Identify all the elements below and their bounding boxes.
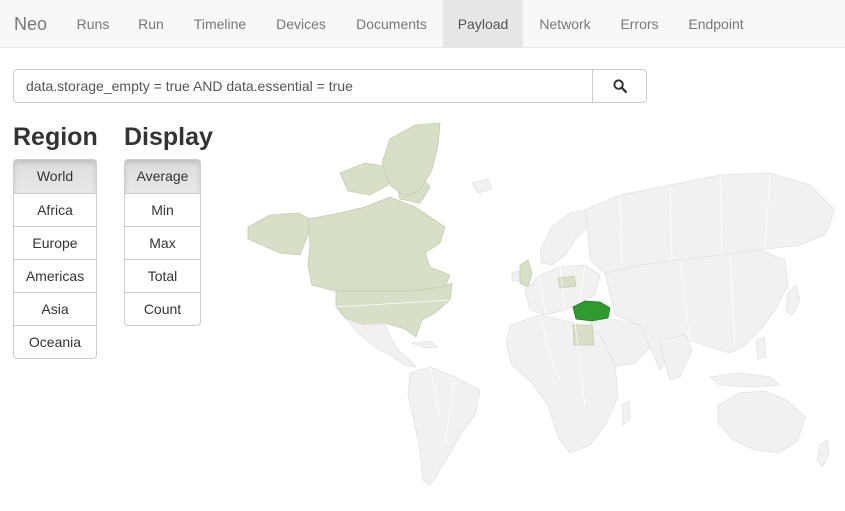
map-country-australia[interactable] [717, 390, 806, 454]
nav-runs[interactable]: Runs [62, 0, 124, 48]
map-country-uk[interactable] [519, 259, 533, 288]
map-country-india[interactable] [659, 334, 693, 381]
display-average-button[interactable]: Average [125, 160, 200, 193]
map-country-indonesia[interactable] [709, 372, 782, 388]
map-country-canada-islands[interactable] [339, 162, 391, 196]
map-country-scandinavia[interactable] [539, 209, 589, 266]
map-country-iceland[interactable] [471, 178, 493, 194]
map-country-japan[interactable] [785, 284, 801, 316]
map-country-usa[interactable] [335, 282, 453, 338]
region-oceania-button[interactable]: Oceania [14, 325, 96, 358]
search-button[interactable] [592, 69, 647, 103]
map-country-cuba[interactable] [410, 340, 440, 349]
nav-timeline[interactable]: Timeline [178, 0, 262, 48]
region-world-button[interactable]: World [14, 160, 96, 193]
map-country-madagascar[interactable] [621, 400, 631, 426]
region-asia-button[interactable]: Asia [14, 292, 96, 325]
map-country-turkey[interactable] [572, 300, 611, 322]
brand-logo[interactable]: Neo [14, 0, 47, 48]
display-min-button[interactable]: Min [125, 193, 200, 226]
map-country-alaska[interactable] [247, 212, 311, 256]
map-country-canada[interactable] [307, 196, 451, 292]
region-americas-button[interactable]: Americas [14, 259, 96, 292]
display-title: Display [124, 123, 213, 151]
query-input[interactable]: data.storage_empty = true AND data.essen… [13, 69, 593, 103]
nav-network[interactable]: Network [523, 0, 607, 48]
map-country-ireland[interactable] [511, 270, 520, 282]
region-africa-button[interactable]: Africa [14, 193, 96, 226]
search-icon [612, 79, 627, 93]
navbar: Neo Runs Run Timeline Devices Documents … [0, 0, 845, 48]
nav-devices[interactable]: Devices [262, 0, 340, 48]
map-country-south-america[interactable] [407, 366, 481, 486]
nav-documents[interactable]: Documents [340, 0, 443, 48]
map-country-hungary[interactable] [557, 275, 577, 289]
nav-errors[interactable]: Errors [607, 0, 672, 48]
nav-run[interactable]: Run [124, 0, 178, 48]
display-max-button[interactable]: Max [125, 226, 200, 259]
nav-endpoint[interactable]: Endpoint [672, 0, 760, 48]
display-total-button[interactable]: Total [125, 259, 200, 292]
map-country-philippines[interactable] [755, 336, 767, 360]
region-button-group: World Africa Europe Americas Asia Oceani… [13, 159, 97, 359]
display-count-button[interactable]: Count [125, 292, 200, 325]
display-button-group: Average Min Max Total Count [124, 159, 201, 326]
region-europe-button[interactable]: Europe [14, 226, 96, 259]
nav-payload[interactable]: Payload [443, 0, 523, 48]
map-country-new-zealand[interactable] [816, 439, 830, 468]
region-title: Region [13, 123, 98, 151]
map-country-greenland[interactable] [381, 122, 441, 198]
world-map[interactable] [240, 115, 840, 495]
